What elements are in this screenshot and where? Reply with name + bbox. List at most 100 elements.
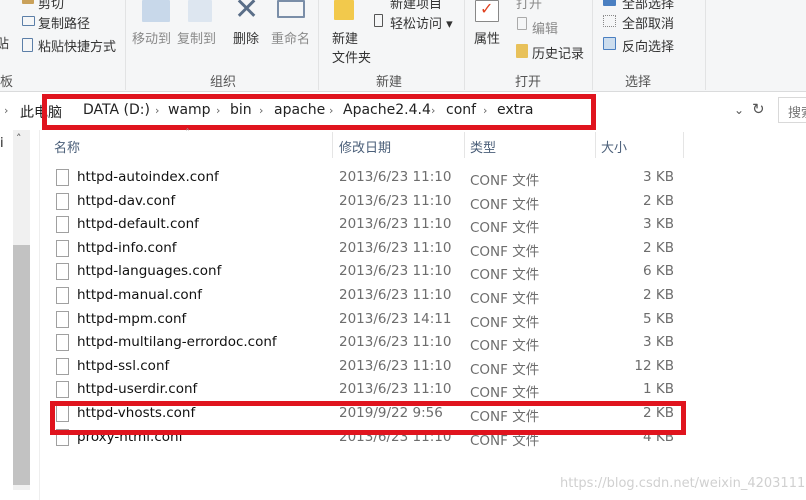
file-row[interactable]: httpd-autoindex.conf 2013/6/23 11:10 CON… <box>50 166 690 189</box>
file-icon <box>56 216 69 234</box>
copy-path-icon <box>22 16 35 26</box>
file-type: CONF 文件 <box>470 361 540 378</box>
address-highlight-box <box>42 94 596 130</box>
new-folder-label-2: 文件夹 <box>332 51 372 66</box>
organize-group-label: 组织 <box>210 75 237 90</box>
file-row[interactable]: httpd-userdir.conf 2013/6/23 11:10 CONF … <box>50 378 690 401</box>
file-type: CONF 文件 <box>470 196 540 213</box>
search-placeholder: 搜索 <box>788 106 806 121</box>
file-icon <box>56 310 69 328</box>
file-row[interactable]: httpd-languages.conf 2013/6/23 11:10 CON… <box>50 260 690 283</box>
file-date: 2013/6/23 11:10 <box>339 216 452 233</box>
invert-selection-button[interactable]: 反向选择 <box>622 36 674 55</box>
cut-button[interactable]: 剪切 <box>38 0 64 12</box>
file-row[interactable]: httpd-mpm.conf 2013/6/23 14:11 CONF 文件 5… <box>50 308 690 331</box>
file-row[interactable]: httpd-dav.conf 2013/6/23 11:10 CONF 文件 2… <box>50 190 690 213</box>
file-row[interactable]: httpd-multilang-errordoc.conf 2013/6/23 … <box>50 331 690 354</box>
open-button[interactable]: 打开 <box>516 0 542 12</box>
easy-access-label: 轻松访问 <box>390 17 443 32</box>
file-icon <box>56 287 69 304</box>
file-row[interactable]: httpd-info.conf 2013/6/23 11:10 CONF 文件 … <box>50 237 690 260</box>
paste-shortcut-icon <box>22 38 33 52</box>
file-icon <box>56 239 69 257</box>
file-date: 2013/6/23 11:10 <box>339 263 452 280</box>
file-name: httpd-autoindex.conf <box>77 169 219 185</box>
file-size: 3 KB <box>643 169 674 185</box>
select-none-button[interactable]: 全部取消 <box>622 13 674 32</box>
file-date: 2013/6/23 11:10 <box>339 381 452 398</box>
search-input[interactable]: 搜索 <box>778 97 806 123</box>
nav-scrollbar-thumb[interactable] <box>13 245 30 485</box>
new-folder-label-1: 新建 <box>332 32 359 47</box>
file-date: 2013/6/23 11:10 <box>339 357 452 374</box>
file-icon <box>56 357 69 375</box>
select-none-icon <box>603 15 616 27</box>
file-name: httpd-mpm.conf <box>77 310 187 327</box>
new-folder-icon <box>334 0 354 20</box>
file-name: httpd-dav.conf <box>77 192 176 209</box>
delete-icon: ✕ <box>234 0 260 27</box>
file-row[interactable]: httpd-ssl.conf 2013/6/23 11:10 CONF 文件 1… <box>50 355 690 378</box>
file-date: 2013/6/23 11:10 <box>339 287 452 303</box>
chevron-down-icon[interactable]: ⌄ <box>734 103 744 117</box>
move-to-button[interactable]: 移动到 <box>132 28 171 47</box>
scroll-up-icon[interactable]: ˄ <box>16 132 22 145</box>
nav-item-partial[interactable]: i <box>0 136 4 151</box>
file-size: 12 KB <box>634 357 674 374</box>
file-name: httpd-languages.conf <box>77 263 222 280</box>
vhosts-highlight-box <box>50 401 686 435</box>
history-button[interactable]: 历史记录 <box>532 43 584 62</box>
file-size: 6 KB <box>643 263 674 280</box>
file-date: 2013/6/23 14:11 <box>339 310 452 327</box>
file-type: CONF 文件 <box>470 314 540 331</box>
column-header-type[interactable]: 类型 <box>470 137 496 156</box>
file-row[interactable]: httpd-manual.conf 2013/6/23 11:10 CONF 文… <box>50 284 690 307</box>
clipboard-group-label: 板 <box>0 75 14 90</box>
file-type: CONF 文件 <box>470 173 540 189</box>
file-size: 3 KB <box>643 216 674 233</box>
new-folder-button[interactable]: 新建 文件夹 <box>332 28 371 66</box>
column-header-size[interactable]: 大小 <box>601 137 627 156</box>
ribbon: 贴 剪切 复制路径 粘贴快捷方式 板 移动到 复制到 ✕ 删除 重命名 组织 新… <box>0 0 806 92</box>
file-type: CONF 文件 <box>470 243 540 260</box>
copy-path-button[interactable]: 复制路径 <box>38 13 90 32</box>
file-type: CONF 文件 <box>470 385 540 402</box>
edit-button[interactable]: 编辑 <box>532 18 558 37</box>
file-date: 2013/6/23 11:10 <box>339 192 452 209</box>
file-type: CONF 文件 <box>470 267 540 284</box>
file-size: 1 KB <box>643 381 674 398</box>
refresh-icon[interactable]: ↻ <box>752 100 765 118</box>
copy-to-icon <box>188 0 212 22</box>
new-item-button[interactable]: 新建项目 <box>390 0 442 12</box>
file-name: httpd-manual.conf <box>77 287 202 303</box>
file-size: 2 KB <box>643 239 674 256</box>
paste-shortcut-button[interactable]: 粘贴快捷方式 <box>38 36 116 55</box>
file-name: httpd-multilang-errordoc.conf <box>77 334 277 351</box>
file-name: httpd-userdir.conf <box>77 381 198 398</box>
select-group-label: 选择 <box>625 75 652 90</box>
copy-to-button[interactable]: 复制到 <box>177 28 216 47</box>
file-size: 2 KB <box>643 192 674 209</box>
file-size: 5 KB <box>643 310 674 327</box>
file-type: CONF 文件 <box>470 338 540 355</box>
properties-button[interactable]: 属性 <box>474 28 500 47</box>
select-all-button[interactable]: 全部选择 <box>622 0 674 12</box>
column-header-date[interactable]: 修改日期 <box>339 137 391 156</box>
history-icon <box>516 44 528 58</box>
file-date: 2013/6/23 11:10 <box>339 239 452 256</box>
sort-up-icon: ˄ <box>185 128 190 139</box>
paste-button[interactable]: 贴 <box>0 33 9 52</box>
file-name: httpd-default.conf <box>77 216 199 233</box>
file-row[interactable]: httpd-default.conf 2013/6/23 11:10 CONF … <box>50 213 690 236</box>
file-date: 2013/6/23 11:10 <box>339 169 452 185</box>
file-name: httpd-info.conf <box>77 239 177 256</box>
file-name: httpd-ssl.conf <box>77 357 170 374</box>
delete-button[interactable]: 删除 <box>233 28 259 47</box>
move-to-icon <box>142 0 170 22</box>
file-icon <box>56 192 69 210</box>
easy-access-button[interactable]: 轻松访问 ▾ <box>390 13 453 32</box>
column-header-name[interactable]: 名称 <box>54 137 80 156</box>
rename-button[interactable]: 重命名 <box>271 28 310 47</box>
select-all-icon <box>603 0 616 6</box>
file-icon <box>56 381 69 399</box>
